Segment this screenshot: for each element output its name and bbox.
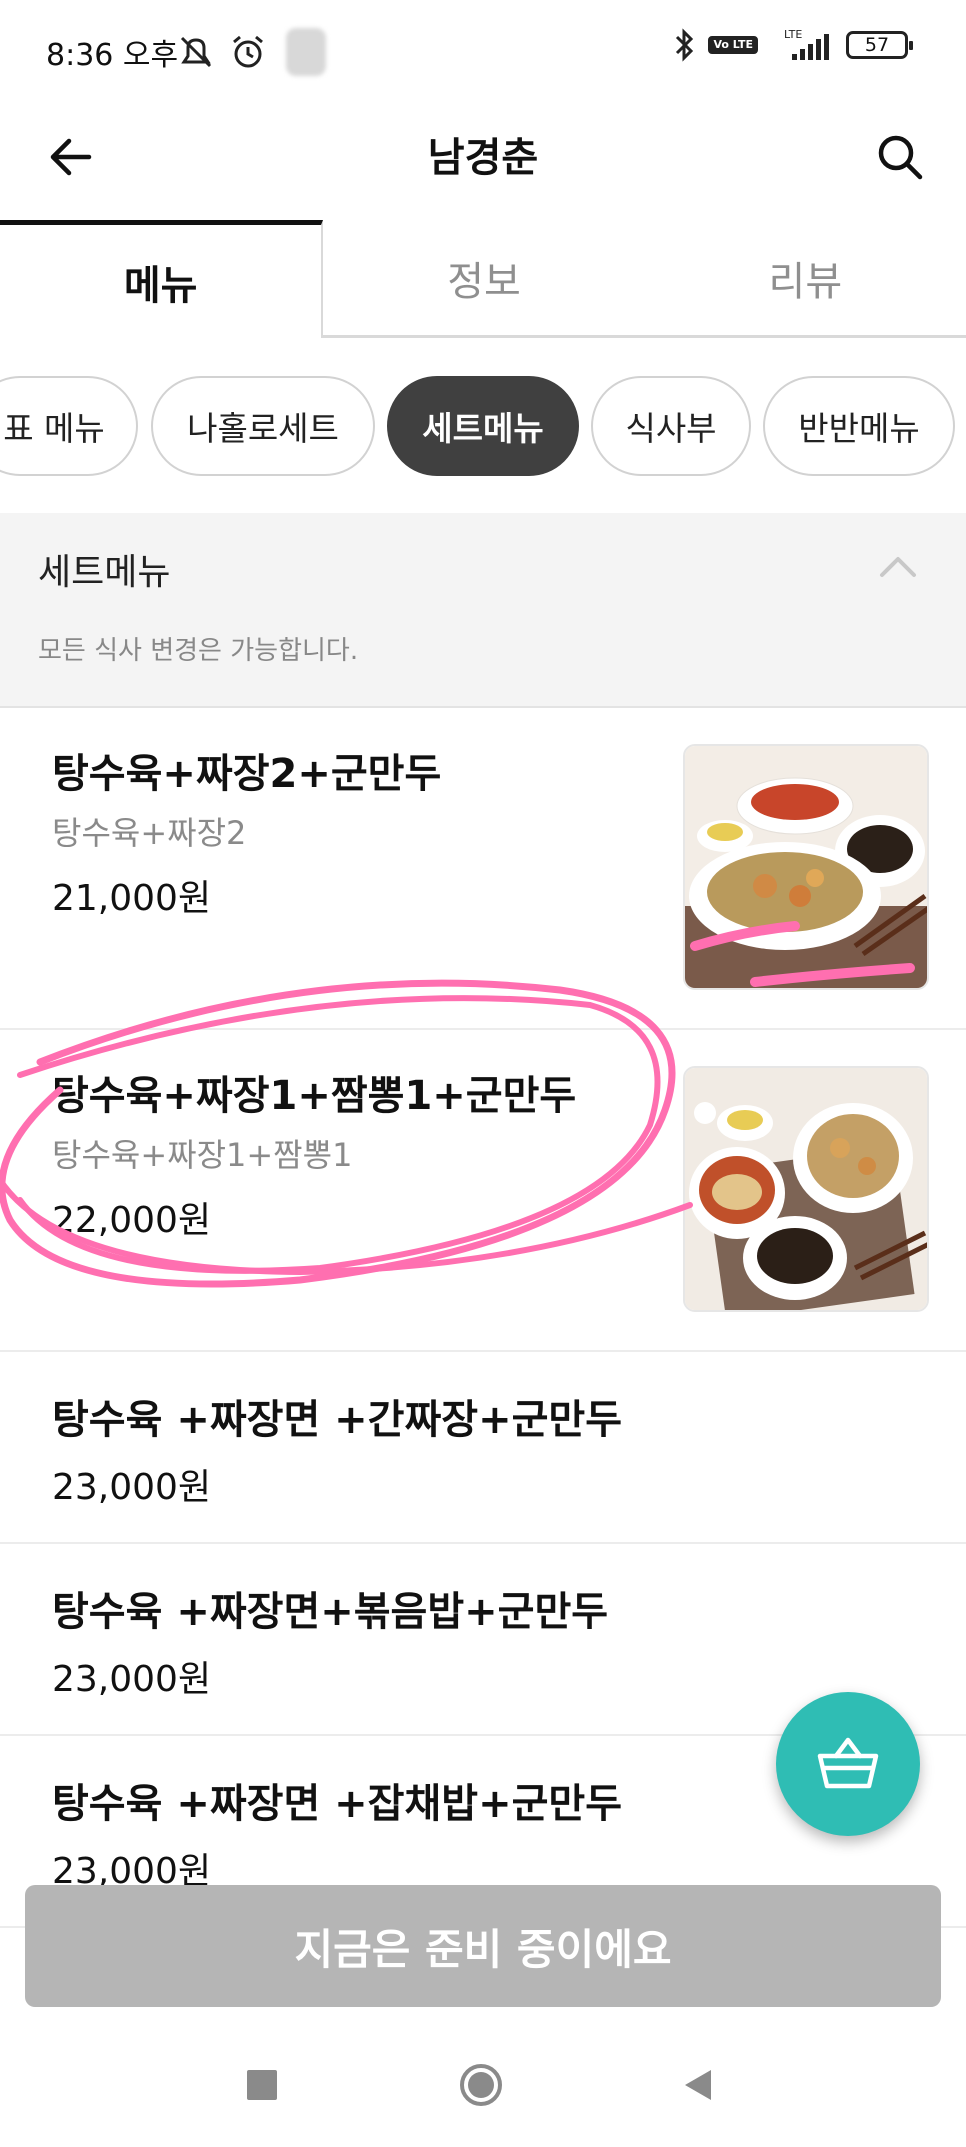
blurred-notification-icon bbox=[286, 28, 326, 76]
menu-item-photo bbox=[683, 744, 929, 990]
menu-item-description: 탕수육+짜장2 bbox=[52, 814, 247, 852]
chip-half-half[interactable]: 반반메뉴 bbox=[763, 376, 955, 476]
food-photo-image bbox=[685, 746, 927, 988]
search-button[interactable] bbox=[870, 127, 930, 187]
status-time: 8:36 오후 bbox=[46, 38, 179, 73]
status-right-icons: Vo LTE LTE 57 bbox=[674, 28, 913, 62]
mute-icon bbox=[180, 36, 212, 68]
menu-item-price: 21,000원 bbox=[52, 878, 212, 919]
triangle-back-icon bbox=[685, 2070, 711, 2100]
status-bar: 8:36 오후 Vo LTE LTE 57 bbox=[0, 0, 966, 105]
tab-reviews[interactable]: 리뷰 bbox=[645, 220, 966, 335]
page-title: 남경춘 bbox=[427, 135, 539, 181]
home-button[interactable] bbox=[451, 2055, 511, 2115]
menu-item-name: 탕수육 +짜장면+볶음밥+군만두 bbox=[52, 1589, 609, 1635]
back-nav-button[interactable] bbox=[668, 2055, 728, 2115]
chip-solo-set[interactable]: 나홀로세트 bbox=[151, 376, 375, 476]
alarm-icon bbox=[233, 35, 263, 68]
chip-meals[interactable]: 식사부 bbox=[591, 376, 751, 476]
square-icon bbox=[247, 2070, 277, 2100]
tab-info[interactable]: 정보 bbox=[323, 220, 644, 335]
menu-item-name: 탕수육+짜장2+군만두 bbox=[52, 751, 442, 797]
tab-bar: 메뉴 정보 리뷰 bbox=[0, 220, 966, 338]
chip-main-menu[interactable]: 표 메뉴 bbox=[0, 376, 138, 476]
bluetooth-icon bbox=[676, 28, 694, 62]
order-button[interactable]: 지금은 준비 중이에요 bbox=[25, 1885, 941, 2007]
cart-button[interactable] bbox=[776, 1692, 920, 1836]
status-left-icons bbox=[176, 28, 326, 76]
tab-menu[interactable]: 메뉴 bbox=[0, 220, 324, 338]
battery-icon: 57 bbox=[846, 31, 913, 59]
menu-item[interactable]: 탕수육 +짜장면 +간짜장+군만두 23,000원 bbox=[0, 1352, 966, 1544]
chevron-up-icon[interactable] bbox=[878, 553, 918, 579]
menu-item-price: 22,000원 bbox=[52, 1200, 212, 1241]
section-title: 세트메뉴 bbox=[38, 552, 171, 593]
category-chips: 표 메뉴 나홀로세트 세트메뉴 식사부 반반메뉴 bbox=[0, 338, 966, 513]
section-description: 모든 식사 변경은 가능합니다. bbox=[38, 636, 359, 666]
menu-item[interactable]: 탕수육+짜장2+군만두 탕수육+짜장2 21,000원 bbox=[0, 708, 966, 1030]
search-icon bbox=[878, 135, 923, 180]
recent-apps-button[interactable] bbox=[232, 2055, 292, 2115]
signal-icon: LTE bbox=[784, 28, 829, 60]
menu-item-name: 탕수육 +짜장면 +잡채밥+군만두 bbox=[52, 1781, 622, 1827]
menu-item-photo bbox=[683, 1066, 929, 1312]
menu-item-name: 탕수육+짜장1+짬뽕1+군만두 bbox=[52, 1073, 577, 1119]
food-photo-image bbox=[685, 1068, 927, 1310]
basket-icon bbox=[817, 1737, 879, 1789]
menu-item[interactable]: 탕수육+짜장1+짬뽕1+군만두 탕수육+짜장1+짬뽕1 22,000원 bbox=[0, 1030, 966, 1352]
menu-item-name: 탕수육 +짜장면 +간짜장+군만두 bbox=[52, 1397, 622, 1443]
menu-item-price: 23,000원 bbox=[52, 1659, 212, 1700]
menu-item-price: 23,000원 bbox=[52, 1467, 212, 1508]
app-header: 남경춘 bbox=[0, 105, 966, 220]
section-header[interactable]: 세트메뉴 모든 식사 변경은 가능합니다. bbox=[0, 513, 966, 708]
chip-set-menu[interactable]: 세트메뉴 bbox=[387, 376, 579, 476]
svg-text:LTE: LTE bbox=[784, 28, 802, 41]
menu-item-description: 탕수육+짜장1+짬뽕1 bbox=[52, 1136, 353, 1174]
system-nav-bar bbox=[0, 2015, 966, 2147]
volte-icon: Vo LTE bbox=[708, 36, 758, 54]
circle-icon bbox=[460, 2064, 502, 2106]
